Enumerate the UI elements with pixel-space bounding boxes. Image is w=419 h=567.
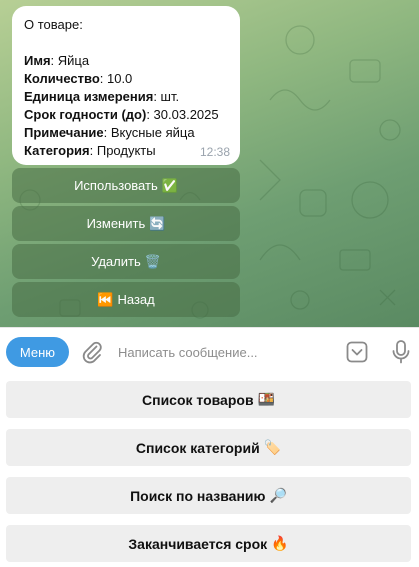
delete-button-label: Удалить: [91, 254, 141, 269]
field-category: Категория: Продукты: [24, 143, 156, 158]
sticker-icon[interactable]: [345, 340, 369, 364]
microphone-icon[interactable]: [389, 339, 413, 365]
categories-list-button[interactable]: Список категорий 🏷️: [6, 429, 411, 466]
field-name: Имя: Яйца: [24, 53, 90, 68]
field-expiry: Срок годности (до): 30.03.2025: [24, 107, 219, 122]
rewind-icon: ⏮️: [97, 291, 114, 307]
use-button-label: Использовать: [74, 178, 158, 193]
bento-icon: 🍱: [257, 391, 275, 407]
message-time: 12:38: [199, 145, 230, 159]
use-button[interactable]: Использовать ✅: [12, 168, 240, 203]
message-composer: Меню: [0, 327, 419, 375]
paperclip-icon[interactable]: [80, 340, 104, 364]
delete-button[interactable]: Удалить 🗑️: [12, 244, 240, 279]
products-list-button[interactable]: Список товаров 🍱: [6, 381, 411, 418]
menu-button[interactable]: Меню: [6, 337, 69, 367]
search-by-name-button[interactable]: Поиск по названию 🔎: [6, 477, 411, 514]
trash-icon: 🗑️: [144, 253, 161, 269]
search-by-name-label: Поиск по названию: [130, 487, 266, 504]
label-tag-icon: 🏷️: [263, 439, 282, 455]
fire-icon: 🔥: [271, 535, 289, 551]
expiring-soon-button[interactable]: Заканчивается срок 🔥: [6, 525, 411, 562]
products-list-label: Список товаров: [142, 391, 254, 408]
magnifier-icon: 🔎: [269, 487, 287, 503]
chat-area: О товаре: Имя: Яйца Количество: 10.0 Еди…: [0, 0, 419, 327]
edit-button[interactable]: Изменить 🔄: [12, 206, 240, 241]
back-button-label: Назад: [117, 292, 155, 307]
message-bubble: О товаре: Имя: Яйца Количество: 10.0 Еди…: [12, 6, 240, 165]
refresh-icon: 🔄: [149, 215, 166, 231]
expiring-soon-label: Заканчивается срок: [128, 535, 268, 552]
message-intro: О товаре:: [24, 17, 83, 32]
message-input[interactable]: [118, 340, 338, 364]
reply-keyboard: Список товаров 🍱 Список категорий 🏷️ Пои…: [0, 375, 419, 567]
field-note: Примечание: Вкусные яйца: [24, 125, 195, 140]
check-icon: ✅: [161, 177, 178, 193]
categories-list-label: Список категорий: [135, 439, 260, 456]
edit-button-label: Изменить: [86, 216, 146, 231]
field-quantity: Количество: 10.0: [24, 71, 133, 86]
field-unit: Единица измерения: шт.: [24, 89, 180, 104]
back-button[interactable]: ⏮️ Назад: [12, 282, 240, 317]
